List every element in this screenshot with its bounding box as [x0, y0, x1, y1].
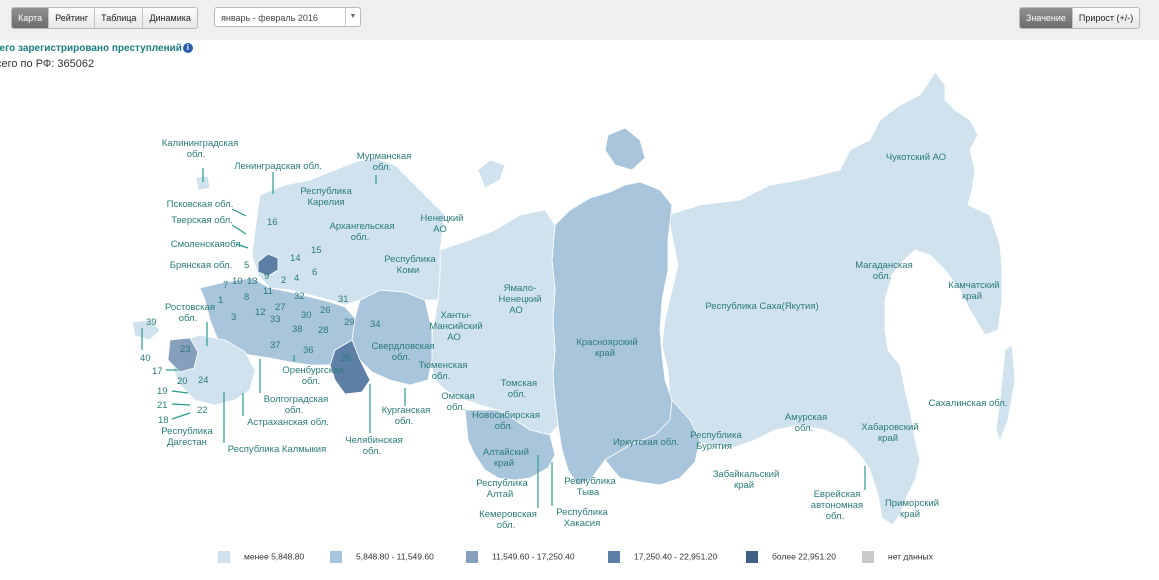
svg-text:Брянская обл.: Брянская обл. — [170, 260, 232, 271]
legend-item: 17,250.40 - 22,951.20 — [608, 551, 717, 563]
svg-text:39: 39 — [146, 317, 157, 328]
svg-text:Астраханская обл.: Астраханская обл. — [247, 417, 329, 428]
svg-text:РеспубликаДагестан: Республика Дагестан — [161, 426, 213, 448]
legend-item: 11,549.60 - 17,250.40 — [466, 551, 575, 563]
legend-item: нет данных — [862, 551, 933, 563]
svg-text:Ростовскаяобл.: Ростовская обл. — [165, 302, 215, 324]
svg-text:19: 19 — [157, 386, 168, 397]
svg-text:Волгоградскаяобл.: Волгоградская обл. — [264, 394, 329, 416]
legend-swatch — [746, 551, 758, 563]
svg-text:29: 29 — [344, 317, 355, 328]
svg-text:11: 11 — [263, 286, 273, 297]
svg-text:25: 25 — [340, 353, 351, 364]
svg-text:8: 8 — [244, 292, 249, 303]
svg-text:4: 4 — [294, 273, 299, 284]
svg-text:26: 26 — [320, 305, 331, 316]
region-sakhalin[interactable] — [995, 344, 1016, 441]
svg-text:РеспубликаХакасия: Республика Хакасия — [556, 507, 608, 529]
svg-text:16: 16 — [267, 217, 278, 228]
svg-text:Забайкальскийкрай: Забайкальский край — [713, 469, 780, 491]
svg-text:5: 5 — [244, 260, 249, 271]
svg-text:9: 9 — [264, 271, 269, 282]
svg-text:РеспубликаАлтай: Республика Алтай — [476, 478, 528, 500]
svg-text:Тверская обл.: Тверская обл. — [171, 215, 233, 226]
svg-text:2: 2 — [281, 275, 286, 286]
svg-text:Смоленскаяобл.: Смоленскаяобл. — [171, 239, 244, 250]
legend-item: более 22,951.20 — [746, 551, 836, 563]
svg-text:6: 6 — [312, 267, 317, 278]
svg-text:18: 18 — [158, 415, 169, 426]
legend-swatch — [862, 551, 874, 563]
svg-text:Чукотский АО: Чукотский АО — [886, 152, 946, 163]
svg-text:Курганскаяобл.: Курганская обл. — [382, 405, 431, 427]
svg-text:23: 23 — [180, 344, 191, 355]
svg-text:Ленинградская обл.: Ленинградская обл. — [234, 161, 322, 172]
svg-text:Челябинскаяобл.: Челябинская обл. — [345, 435, 403, 457]
svg-text:Псковская обл.: Псковская обл. — [167, 199, 234, 210]
svg-text:21: 21 — [157, 400, 168, 411]
svg-text:Еврейскаяавтономнаяобл.: Еврейская автономная обл. — [811, 489, 863, 522]
svg-text:38: 38 — [292, 324, 303, 335]
legend-swatch — [608, 551, 620, 563]
svg-text:13: 13 — [247, 276, 258, 287]
legend-swatch — [466, 551, 478, 563]
svg-text:33: 33 — [270, 314, 281, 325]
svg-text:12: 12 — [255, 307, 266, 318]
legend-swatch — [218, 551, 230, 563]
svg-text:Кемеровскаяобл.: Кемеровская обл. — [479, 509, 537, 531]
svg-text:31: 31 — [338, 294, 349, 305]
region-far-east[interactable] — [661, 71, 1003, 526]
region-novaya-zemlya[interactable] — [477, 159, 506, 189]
svg-text:34: 34 — [370, 319, 381, 330]
svg-text:7: 7 — [223, 280, 228, 291]
svg-text:Иркутская обл.: Иркутская обл. — [613, 437, 679, 448]
svg-text:1: 1 — [218, 295, 223, 306]
svg-text:3: 3 — [231, 312, 236, 323]
svg-text:20: 20 — [177, 376, 188, 387]
svg-text:32: 32 — [294, 291, 305, 302]
svg-text:15: 15 — [311, 245, 322, 256]
legend-item: 5,848.80 - 11,549.60 — [330, 551, 434, 563]
svg-text:40: 40 — [140, 353, 151, 364]
svg-text:РеспубликаТыва: Республика Тыва — [564, 476, 616, 498]
svg-text:37: 37 — [270, 340, 281, 351]
svg-text:17: 17 — [152, 366, 163, 377]
svg-text:Калининградскаяобл.: Калининградская обл. — [162, 138, 239, 160]
svg-text:24: 24 — [198, 375, 209, 386]
svg-text:27: 27 — [275, 302, 286, 313]
svg-text:10: 10 — [232, 276, 243, 287]
svg-text:Сахалинская обл.: Сахалинская обл. — [929, 398, 1008, 409]
legend-swatch — [330, 551, 342, 563]
svg-text:36: 36 — [303, 345, 314, 356]
svg-text:Республика Калмыкия: Республика Калмыкия — [228, 444, 326, 455]
legend-item: менее 5,848.80 — [218, 551, 304, 563]
svg-text:28: 28 — [318, 325, 329, 336]
region-taimyr-isle[interactable] — [604, 127, 646, 171]
russia-map: Калининградская обл. Ленинградская обл. М… — [131, 71, 1016, 531]
svg-text:30: 30 — [301, 310, 312, 321]
svg-text:14: 14 — [290, 253, 301, 264]
svg-text:Республика Саха(Якутия): Республика Саха(Якутия) — [705, 301, 818, 312]
svg-text:22: 22 — [197, 405, 208, 416]
